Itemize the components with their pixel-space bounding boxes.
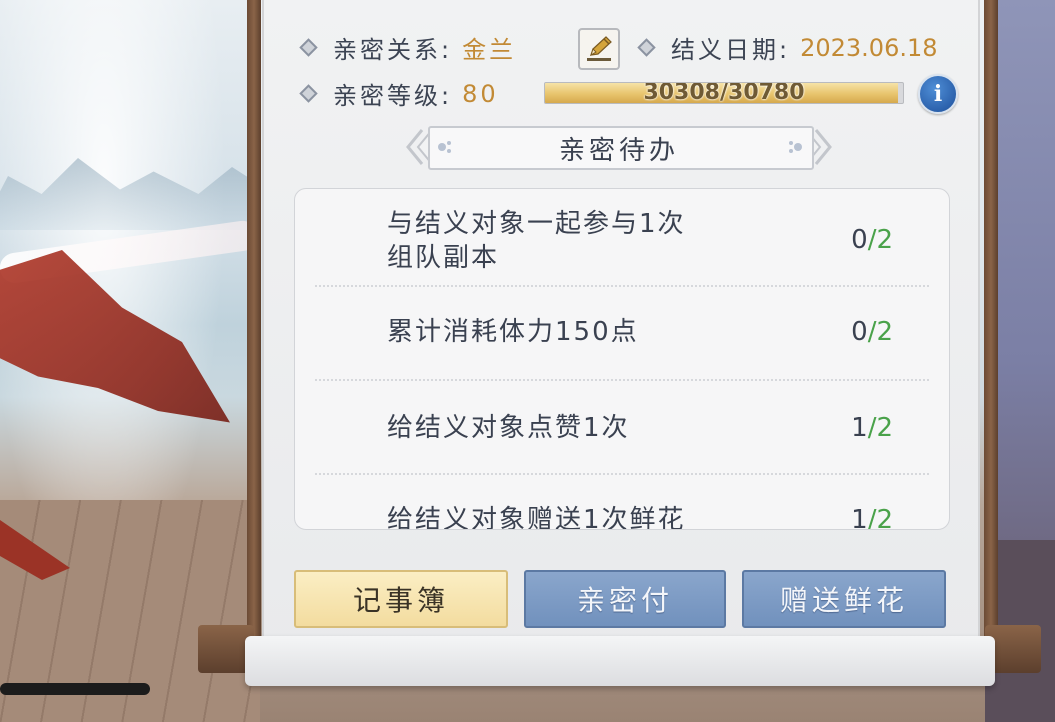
task-total-count: 2 (876, 225, 893, 255)
task-progress: 1/2 (851, 505, 893, 530)
info-icon: i (933, 81, 943, 107)
task-text-line: 组队副本 (387, 243, 500, 273)
sworn-date-row: 结义日期: 2023.06.18 (637, 30, 938, 65)
relationship-value: 金兰 (462, 36, 517, 64)
task-done-count: 1 (851, 505, 868, 530)
diamond-bullet-icon (299, 84, 318, 103)
sworn-date-label: 结义日期: (671, 36, 791, 64)
task-description: 累计消耗体力150点 (387, 317, 639, 347)
diamond-bullet-icon (299, 38, 318, 57)
edit-pencil-icon (587, 36, 612, 61)
task-total-count: 2 (876, 505, 893, 530)
task-list[interactable]: 与结义对象一起参与1次 组队副本 0/2 累计消耗体力150点 0/2 给结义对… (294, 188, 950, 530)
task-row: 给结义对象赠送1次鲜花 1/2 (295, 475, 949, 530)
mountain-silhouette (0, 158, 260, 230)
intimacy-level-label: 亲密等级: (333, 82, 453, 110)
section-title: 亲密待办 (558, 136, 679, 166)
task-done-count: 0 (851, 225, 868, 255)
intimacy-level-row: 亲密等级: 80 (299, 76, 499, 111)
task-description: 给结义对象赠送1次鲜花 (387, 505, 686, 530)
info-button[interactable]: i (918, 74, 958, 114)
section-banner: 亲密待办 (406, 124, 832, 170)
task-done-count: 1 (851, 413, 868, 443)
intimacy-progress-text: 30308/30780 (643, 82, 805, 104)
scroll-pole-right (984, 0, 998, 660)
task-progress: 0/2 (851, 317, 893, 347)
background-scenery-left (0, 0, 260, 722)
task-text-line: 与结义对象一起参与1次 (387, 209, 686, 239)
diamond-bullet-icon (637, 38, 656, 57)
notebook-button[interactable]: 记事簿 (294, 570, 508, 628)
scroll-pole-left (247, 0, 261, 660)
red-cloth-character (0, 250, 230, 423)
task-description: 给结义对象点赞1次 (387, 413, 630, 443)
task-row: 与结义对象一起参与1次 组队副本 0/2 (295, 189, 949, 285)
task-row: 给结义对象点赞1次 1/2 (295, 381, 949, 473)
task-total-count: 2 (876, 413, 893, 443)
intimacy-progress-bar: 30308/30780 (544, 82, 904, 104)
edit-relationship-button[interactable] (578, 28, 620, 70)
task-description: 与结义对象一起参与1次 组队副本 (387, 207, 686, 275)
intimacy-level-value: 80 (462, 79, 499, 108)
task-progress: 0/2 (851, 225, 893, 255)
sworn-date-value: 2023.06.18 (800, 33, 938, 62)
task-done-count: 0 (851, 317, 868, 347)
relationship-label: 亲密关系: (333, 36, 453, 64)
task-total-count: 2 (876, 317, 893, 347)
scroll-bottom-roller (245, 636, 995, 686)
relationship-row: 亲密关系: 金兰 (299, 30, 517, 65)
task-row: 累计消耗体力150点 0/2 (295, 287, 949, 379)
gift-flowers-button[interactable]: 赠送鲜花 (742, 570, 946, 628)
home-indicator-bar (0, 683, 150, 695)
task-progress: 1/2 (851, 413, 893, 443)
intimate-pay-button[interactable]: 亲密付 (524, 570, 726, 628)
